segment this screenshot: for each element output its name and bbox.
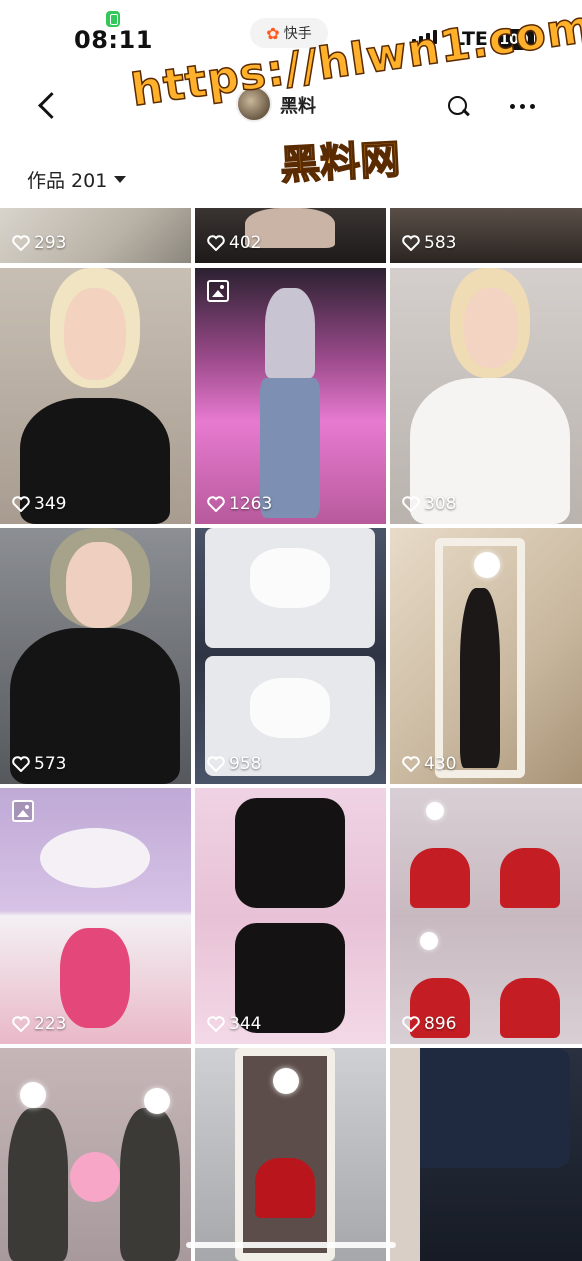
like-count: 583 bbox=[402, 233, 456, 253]
work-tile[interactable]: 293 bbox=[0, 208, 191, 263]
heart-icon bbox=[207, 496, 225, 512]
like-count: 402 bbox=[207, 233, 261, 253]
app-switch-pill[interactable]: ✿ 快手 bbox=[250, 18, 328, 48]
like-count: 430 bbox=[402, 754, 456, 774]
heart-icon bbox=[12, 235, 30, 251]
works-grid: 293 402 583 349 1263 308 573 958 430 223… bbox=[0, 208, 582, 1261]
work-tile[interactable]: 223 bbox=[0, 788, 191, 1044]
home-indicator[interactable] bbox=[186, 1242, 396, 1248]
works-filter-tab[interactable]: 作品 201 bbox=[27, 166, 127, 193]
search-icon[interactable] bbox=[446, 94, 470, 118]
like-count: 896 bbox=[402, 1014, 456, 1034]
like-count: 308 bbox=[402, 494, 456, 514]
heart-icon bbox=[402, 756, 420, 772]
work-tile[interactable]: 958 bbox=[195, 528, 386, 784]
work-tile[interactable]: 344 bbox=[195, 788, 386, 1044]
like-count: 223 bbox=[12, 1014, 66, 1034]
heart-icon bbox=[207, 756, 225, 772]
work-tile[interactable] bbox=[390, 1048, 582, 1261]
photo-album-icon bbox=[207, 280, 229, 302]
caret-down-icon bbox=[114, 176, 127, 183]
work-tile[interactable]: 349 bbox=[0, 268, 191, 524]
heart-icon bbox=[207, 1016, 225, 1032]
signal-bars-icon bbox=[412, 30, 437, 44]
like-count: 573 bbox=[12, 754, 66, 774]
like-count: 958 bbox=[207, 754, 261, 774]
heart-icon bbox=[402, 496, 420, 512]
work-tile[interactable]: 573 bbox=[0, 528, 191, 784]
kuaishou-logo-icon: ✿ bbox=[266, 23, 280, 43]
heart-icon bbox=[12, 1016, 30, 1032]
like-count: 344 bbox=[207, 1014, 261, 1034]
back-arrow-icon[interactable] bbox=[30, 88, 62, 124]
work-tile[interactable]: 430 bbox=[390, 528, 582, 784]
more-dots-icon[interactable] bbox=[510, 104, 535, 109]
work-tile[interactable]: 308 bbox=[390, 268, 582, 524]
status-bar: 08:11 ✿ 快手 LTE 100 bbox=[0, 0, 582, 70]
app-pill-label: 快手 bbox=[283, 26, 312, 42]
heart-icon bbox=[207, 235, 225, 251]
work-tile[interactable] bbox=[0, 1048, 191, 1261]
watermark: https://hlwn1.com 黑料网 bbox=[127, 0, 582, 196]
status-time: 08:11 bbox=[74, 26, 153, 54]
work-tile[interactable]: 583 bbox=[390, 208, 582, 263]
like-count: 1263 bbox=[207, 494, 272, 514]
privacy-indicator-icon bbox=[106, 11, 120, 27]
like-count: 349 bbox=[12, 494, 66, 514]
heart-icon bbox=[12, 756, 30, 772]
profile-name: 黑料 bbox=[280, 96, 316, 117]
watermark-site-name: 黑料网 bbox=[278, 136, 402, 190]
battery-level: 100 bbox=[494, 29, 538, 50]
work-tile[interactable]: 896 bbox=[390, 788, 582, 1044]
avatar[interactable] bbox=[236, 86, 272, 122]
photo-album-icon bbox=[12, 800, 34, 822]
work-tile[interactable] bbox=[195, 1048, 386, 1261]
heart-icon bbox=[402, 235, 420, 251]
work-tile[interactable]: 1263 bbox=[195, 268, 386, 524]
work-tile[interactable]: 402 bbox=[195, 208, 386, 263]
works-tab-label: 作品 201 bbox=[27, 170, 108, 192]
network-type: LTE bbox=[453, 28, 488, 50]
like-count: 293 bbox=[12, 233, 66, 253]
heart-icon bbox=[12, 496, 30, 512]
heart-icon bbox=[402, 1016, 420, 1032]
